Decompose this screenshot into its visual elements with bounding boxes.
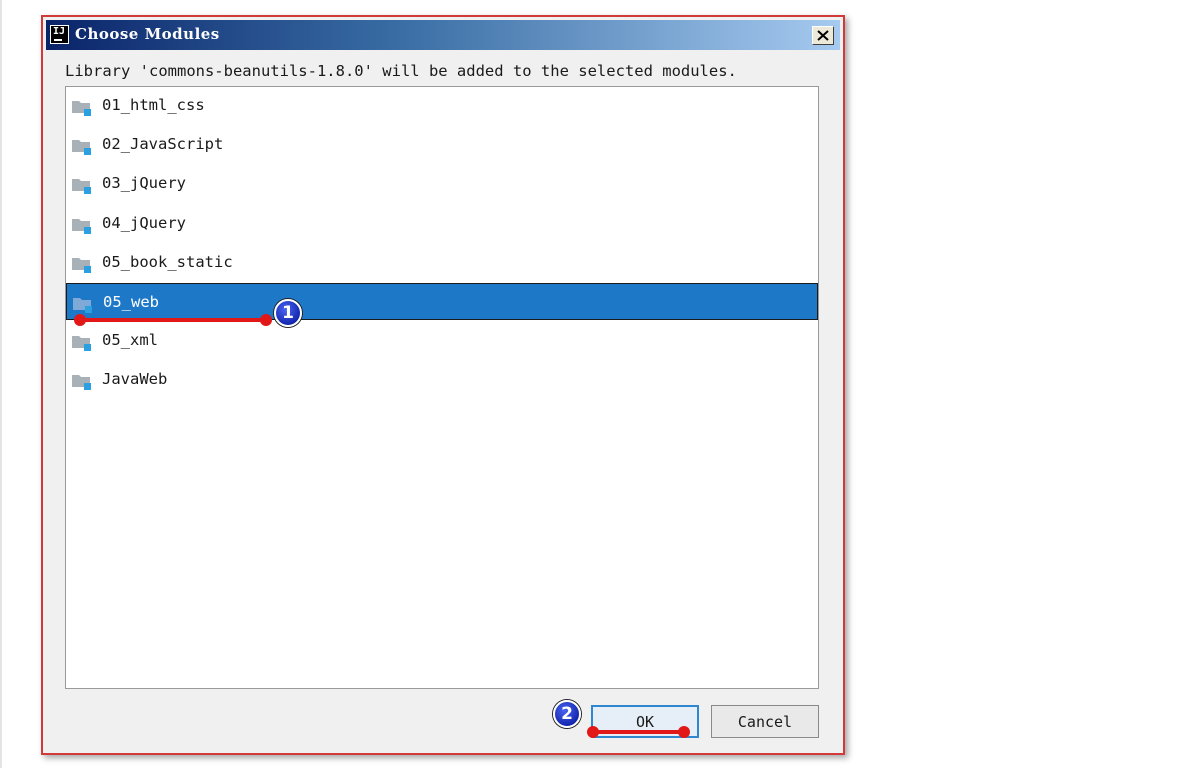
close-button[interactable] (812, 26, 834, 45)
module-label: 01_html_css (102, 96, 205, 114)
dialog-titlebar: IJ Choose Modules (46, 20, 840, 50)
module-folder-icon (72, 295, 94, 314)
close-icon (817, 30, 829, 41)
module-item[interactable]: 04_jQuery (66, 205, 818, 242)
module-label: 05_book_static (102, 252, 233, 271)
module-item[interactable]: 05_web (66, 283, 818, 320)
choose-modules-dialog: IJ Choose Modules Library 'commons-beanu… (41, 15, 845, 755)
dialog-message: Library 'commons-beanutils-1.8.0' will b… (65, 62, 737, 80)
module-folder-icon (71, 333, 93, 352)
module-label: 05_web (103, 293, 159, 311)
module-item[interactable]: 02_JavaScript (66, 126, 818, 163)
module-list[interactable]: 01_html_css 02_JavaScript 03_jQuery 04_jQue… (65, 86, 819, 689)
ok-button[interactable]: OK (591, 705, 699, 738)
annotation-marker-1: 1 (274, 299, 302, 327)
module-folder-icon (71, 137, 93, 156)
cancel-button[interactable]: Cancel (711, 705, 819, 738)
annotation-marker-2: 2 (553, 700, 581, 728)
module-item[interactable]: 01_html_css (66, 87, 818, 124)
intellij-app-icon: IJ (50, 25, 69, 44)
module-item[interactable]: 05_xml (66, 322, 818, 359)
dialog-title: Choose Modules (75, 25, 220, 43)
module-label: 04_jQuery (102, 213, 186, 232)
module-folder-icon (71, 176, 93, 195)
module-item[interactable]: 05_book_static (66, 244, 818, 281)
module-folder-icon (71, 216, 93, 235)
module-item[interactable]: 03_jQuery (66, 165, 818, 202)
module-label: 02_JavaScript (102, 135, 224, 154)
module-label: 03_jQuery (102, 174, 186, 193)
page-left-edge (0, 0, 2, 768)
module-label: 05_xml (102, 331, 158, 350)
module-label: JavaWeb (102, 370, 168, 389)
module-item[interactable]: JavaWeb (66, 361, 818, 398)
module-folder-icon (71, 372, 93, 391)
page: IJ Choose Modules Library 'commons-beanu… (0, 0, 1191, 768)
module-folder-icon (71, 255, 93, 274)
module-folder-icon (71, 98, 93, 117)
